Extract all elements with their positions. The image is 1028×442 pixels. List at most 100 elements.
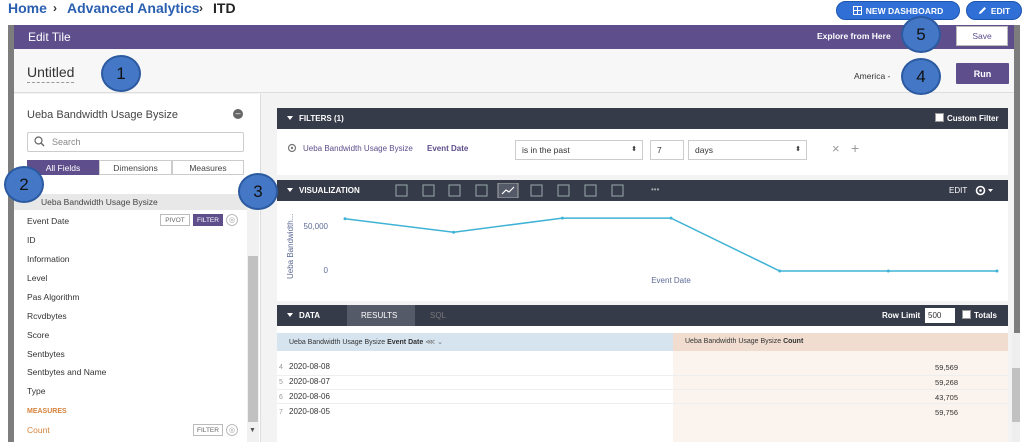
row-limit-label: Row Limit: [882, 311, 921, 320]
count-filter-button[interactable]: FILTER: [193, 424, 223, 436]
cell-count[interactable]: 43,705: [898, 393, 958, 402]
column-field-name: Event Date: [387, 339, 424, 346]
bar-viz-icon: [448, 184, 461, 197]
field-search-input[interactable]: Search: [27, 132, 244, 152]
field-event-date[interactable]: Event Date: [27, 216, 69, 226]
visualization-section-header[interactable]: VISUALIZATION ••• EDIT: [277, 180, 1008, 201]
filter-operator-select[interactable]: is in the past ⬍: [515, 140, 643, 160]
gear-icon[interactable]: [287, 143, 297, 153]
search-icon: [34, 136, 45, 147]
results-scrollbar-thumb[interactable]: [1012, 368, 1020, 422]
add-filter-icon[interactable]: +: [851, 140, 859, 156]
field-sentbytes-and-name[interactable]: Sentbytes and Name: [27, 367, 106, 377]
field-score[interactable]: Score: [27, 330, 49, 340]
callout-3: 3: [238, 173, 278, 210]
dropdown-arrow-icon: ⬍: [631, 146, 637, 153]
breadcrumb-current: ITD: [213, 0, 236, 16]
explore-from-here-link[interactable]: Explore from Here: [817, 31, 891, 41]
tab-sql[interactable]: SQL: [430, 311, 446, 320]
column-header-event-date[interactable]: Ueba Bandwidth Usage Bysize Event Date ⋘…: [277, 333, 673, 351]
filters-section-header[interactable]: FILTERS (1) Custom Filter: [277, 108, 1008, 129]
field-type[interactable]: Type: [27, 386, 45, 396]
field-pas-algorithm[interactable]: Pas Algorithm: [27, 292, 79, 302]
visualization-header-label: VISUALIZATION: [299, 186, 360, 195]
field-id[interactable]: ID: [27, 235, 36, 245]
row-divider: [277, 375, 1008, 376]
pivot-button[interactable]: PIVOT: [160, 214, 190, 226]
line-viz-icon: [497, 183, 519, 198]
field-information[interactable]: Information: [27, 254, 70, 264]
viz-settings-gear-icon[interactable]: [974, 184, 996, 197]
totals-checkbox[interactable]: [962, 310, 971, 319]
data-point[interactable]: [886, 269, 890, 273]
data-point[interactable]: [995, 269, 999, 273]
more-viz-icon[interactable]: •••: [651, 185, 659, 194]
row-limit-input[interactable]: 500: [925, 308, 955, 323]
filter-operator-value: is in the past: [522, 145, 570, 155]
filter-value-input[interactable]: 7: [650, 140, 684, 160]
custom-filter-checkbox[interactable]: [935, 113, 944, 122]
field-count[interactable]: Count: [27, 425, 50, 435]
data-point[interactable]: [560, 216, 564, 220]
field-rcvdbytes[interactable]: Rcvdbytes: [27, 311, 67, 321]
tab-dimensions[interactable]: Dimensions: [99, 160, 172, 175]
filter-unit-select[interactable]: days ⬍: [688, 140, 807, 160]
filter-unit-value: days: [695, 145, 713, 155]
cell-event-date[interactable]: 2020-08-06: [289, 392, 330, 401]
row-number: 7: [279, 409, 283, 416]
run-button[interactable]: Run: [956, 63, 1009, 84]
field-level[interactable]: Level: [27, 273, 47, 283]
remove-filter-icon[interactable]: ×: [832, 141, 840, 156]
field-info-icon[interactable]: ◎: [226, 214, 238, 226]
tab-measures[interactable]: Measures: [172, 160, 244, 175]
breadcrumb-home[interactable]: Home: [8, 0, 47, 16]
cell-event-date[interactable]: 2020-08-05: [289, 407, 330, 416]
cell-event-date[interactable]: 2020-08-08: [289, 362, 330, 371]
timezone-select[interactable]: America -: [854, 71, 890, 81]
y-tick-label: 50,000: [304, 222, 329, 231]
breadcrumb-separator: ›: [199, 1, 203, 15]
cell-count[interactable]: 59,268: [898, 378, 958, 387]
save-button[interactable]: Save: [956, 26, 1008, 46]
pivot-sort-icon[interactable]: ⋘ ⌄: [425, 339, 443, 346]
data-point[interactable]: [669, 216, 673, 220]
search-placeholder: Search: [52, 137, 81, 147]
collapse-triangle-icon[interactable]: [287, 188, 293, 192]
cell-count[interactable]: 59,569: [898, 363, 958, 372]
pencil-icon: [978, 7, 986, 14]
area-viz-icon: [530, 184, 543, 197]
data-point[interactable]: [343, 217, 347, 221]
row-number: 4: [279, 364, 283, 371]
field-group-header[interactable]: Ueba Bandwidth Usage Bysize: [14, 194, 247, 210]
column-view-name: Ueba Bandwidth Usage Bysize: [685, 338, 782, 345]
edit-tile-title: Edit Tile: [28, 30, 71, 44]
field-list-scrollbar-thumb[interactable]: [248, 256, 258, 422]
callout-2: 2: [4, 166, 44, 203]
filters-header-label: FILTERS (1): [299, 114, 344, 123]
edit-dashboard-button[interactable]: EDIT: [966, 1, 1022, 20]
new-dashboard-button[interactable]: NEW DASHBOARD: [836, 1, 960, 20]
scroll-down-arrow-icon[interactable]: ▼: [249, 427, 256, 434]
data-point[interactable]: [452, 230, 456, 234]
data-section-header[interactable]: DATA RESULTS SQL Row Limit 500 Totals: [277, 305, 1008, 326]
filter-button[interactable]: FILTER: [193, 214, 223, 226]
tab-results[interactable]: RESULTS: [361, 311, 397, 320]
count-info-icon[interactable]: ◎: [226, 424, 238, 436]
pie-viz-icon: [557, 184, 570, 197]
column-header-count[interactable]: Ueba Bandwidth Usage Bysize Count: [673, 333, 1008, 351]
field-sentbytes[interactable]: Sentbytes: [27, 349, 65, 359]
dropdown-arrow-icon: ⬍: [795, 146, 801, 153]
single-value-viz-icon: [611, 184, 624, 197]
breadcrumb-advanced-analytics[interactable]: Advanced Analytics: [67, 0, 200, 16]
callout-1: 1: [101, 55, 141, 92]
tile-name-input[interactable]: Untitled: [27, 64, 75, 83]
cell-count[interactable]: 59,756: [898, 408, 958, 417]
viz-edit-button[interactable]: EDIT: [949, 186, 967, 195]
collapse-triangle-icon[interactable]: [287, 313, 293, 317]
collapse-icon[interactable]: –: [233, 109, 243, 119]
data-point[interactable]: [778, 269, 782, 273]
y-axis-label: Ueba Bandwidth...: [286, 214, 295, 279]
filter-field-view: Ueba Bandwidth Usage Bysize: [303, 144, 413, 153]
cell-event-date[interactable]: 2020-08-07: [289, 377, 330, 386]
collapse-triangle-icon[interactable]: [287, 116, 293, 120]
